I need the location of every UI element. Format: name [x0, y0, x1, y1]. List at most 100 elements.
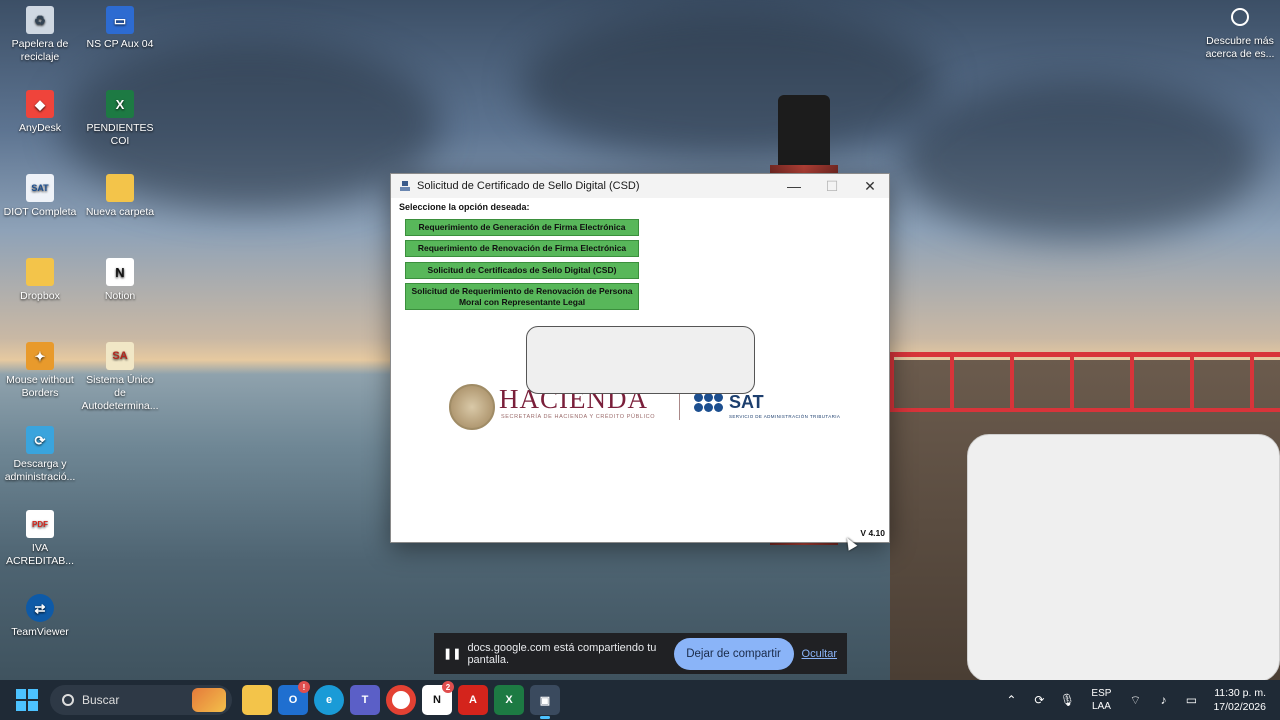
desktop-icon-teamviewer[interactable]: ⇄ TeamViewer: [0, 594, 80, 639]
desktop-icon-label: AnyDesk: [18, 122, 61, 134]
sat-logo-subtitle: SERVICIO DE ADMINISTRACIÓN TRIBUTARIA: [729, 414, 841, 419]
folder-shortcut-icon: [26, 258, 54, 286]
option-renovacion-firma-button[interactable]: Requerimiento de Renovación de Firma Ele…: [405, 240, 639, 257]
wifi-icon[interactable]: ⌔: [1127, 692, 1143, 708]
option-generacion-firma-button[interactable]: Requerimiento de Generación de Firma Ele…: [405, 219, 639, 236]
sync-icon[interactable]: ⟳: [1031, 692, 1047, 708]
app-icon: [400, 181, 410, 191]
cloud: [900, 80, 1260, 240]
folder-icon: [106, 174, 134, 202]
desktop-icon-descarga[interactable]: ⟳ Descarga y administració...: [0, 426, 80, 484]
logo-divider: [679, 390, 680, 420]
clock[interactable]: 11:30 p. m. 17/02/2026: [1213, 686, 1266, 714]
csd-dialog-window: Solicitud de Certificado de Sello Digita…: [390, 173, 890, 543]
notification-badge: 2: [442, 681, 454, 693]
edge-icon[interactable]: e: [314, 685, 344, 715]
camera-icon: [1231, 8, 1249, 26]
discover-more-widget[interactable]: Descubre más acerca de es...: [1200, 8, 1280, 61]
notion-icon: N: [106, 258, 134, 286]
search-icon: [62, 694, 74, 706]
recycle-bin-icon: ♻: [26, 6, 54, 34]
option-renovacion-persona-moral-button[interactable]: Solicitud de Requerimiento de Renovación…: [405, 283, 639, 310]
desktop-icon-label: IVA ACREDITAB...: [5, 542, 75, 567]
desktop-icon-label: NS CP Aux 04: [86, 38, 154, 50]
desktop-icon-label: PENDIENTES COI: [86, 122, 154, 147]
acrobat-icon[interactable]: A: [458, 685, 488, 715]
mexico-seal-logo: [449, 384, 495, 430]
excel-icon: X: [106, 90, 134, 118]
stop-sharing-button[interactable]: Dejar de compartir: [673, 637, 794, 670]
window-title: Solicitud de Certificado de Sello Digita…: [417, 180, 640, 192]
download-admin-icon: ⟳: [26, 426, 54, 454]
clock-date: 17/02/2026: [1213, 701, 1266, 713]
pier-railing: [890, 352, 1280, 412]
desktop-icon-label: Nueva carpeta: [85, 206, 155, 218]
sat-logo-icon: [694, 393, 724, 419]
close-button[interactable]: ✕: [851, 174, 889, 198]
title-bar[interactable]: Solicitud de Certificado de Sello Digita…: [391, 174, 889, 198]
desktop-icon-label: TeamViewer: [11, 626, 69, 638]
clock-time: 11:30 p. m.: [1214, 687, 1266, 699]
desktop-icon-diot[interactable]: SAT DIOT Completa: [0, 174, 80, 219]
prompt-label: Seleccione la opción deseada:: [399, 202, 530, 212]
excel-icon[interactable]: X: [494, 685, 524, 715]
overlay-panel: [526, 326, 755, 394]
search-highlight-icon: [192, 688, 226, 712]
taskbar-search[interactable]: Buscar: [50, 685, 232, 715]
outlook-icon[interactable]: O!: [278, 681, 310, 715]
notion-icon[interactable]: N2: [422, 681, 454, 715]
pdf-icon: PDF: [26, 510, 54, 538]
chevron-up-icon[interactable]: ⌃: [1003, 692, 1019, 708]
microphone-icon[interactable]: 🎙: [1059, 692, 1075, 708]
sua-icon: SA: [106, 342, 134, 370]
screen-share-bar: ❚❚ docs.google.com está compartiendo tu …: [434, 633, 847, 674]
discover-label: Descubre más acerca de es...: [1205, 35, 1275, 60]
system-tray: ⌃ ⟳ 🎙 ESP LAA ⌔ ♪ ▭ 11:30 p. m. 17/02/20…: [997, 686, 1280, 714]
computer-icon: ▭: [106, 6, 134, 34]
desktop-icon-notion[interactable]: N Notion: [80, 258, 160, 303]
language-indicator[interactable]: ESP LAA: [1091, 687, 1111, 713]
minimize-button[interactable]: —: [775, 174, 813, 198]
file-explorer-icon[interactable]: [242, 685, 272, 715]
search-placeholder: Buscar: [82, 693, 120, 707]
notification-badge: !: [298, 681, 310, 693]
desktop-icon-label: Dropbox: [20, 290, 60, 302]
windows-start-icon[interactable]: [16, 689, 38, 711]
desktop-icon-computer[interactable]: ▭ NS CP Aux 04: [80, 6, 160, 51]
desktop-icon-anydesk[interactable]: ◆ AnyDesk: [0, 90, 80, 135]
keyboard-layout: LAA: [1091, 701, 1111, 712]
desktop-icon-label: Sistema Único de Autodetermina...: [81, 374, 159, 412]
hacienda-logo-subtitle: SECRETARÍA DE HACIENDA Y CRÉDITO PÚBLICO: [501, 414, 656, 420]
desktop-icon-folder[interactable]: Nueva carpeta: [80, 174, 160, 219]
cloud: [520, 10, 940, 160]
desktop-icon-label: Descarga y administració...: [4, 458, 76, 483]
mouse-without-borders-icon: ✦: [26, 342, 54, 370]
battery-icon[interactable]: ▭: [1183, 692, 1199, 708]
desktop-icon-dropbox[interactable]: Dropbox: [0, 258, 80, 303]
desktop-icon-label: Mouse without Borders: [6, 374, 74, 399]
desktop-icon-recycle-bin[interactable]: ♻ Papelera de reciclaje: [0, 6, 80, 64]
sat-logo-text: SAT: [729, 392, 764, 412]
version-label: V 4.10: [860, 528, 885, 538]
desktop-icon-label: Papelera de reciclaje: [11, 38, 69, 63]
share-message: docs.google.com está compartiendo tu pan…: [467, 641, 657, 666]
desktop-icon-label: DIOT Completa: [3, 206, 77, 218]
maximize-button: ☐: [825, 177, 839, 194]
sat-app-icon[interactable]: ▣: [530, 685, 560, 719]
desktop-icon-pendientes[interactable]: X PENDIENTES COI: [80, 90, 160, 148]
language-code: ESP: [1091, 688, 1112, 699]
volume-icon[interactable]: ♪: [1155, 692, 1171, 708]
hide-link[interactable]: Ocultar: [802, 648, 837, 660]
anydesk-icon: ◆: [26, 90, 54, 118]
desktop-icon-iva[interactable]: PDF IVA ACREDITAB...: [0, 510, 80, 568]
sat-app-icon: SAT: [26, 174, 54, 202]
floating-panel: [967, 434, 1280, 682]
desktop-icon-label: Notion: [104, 290, 136, 302]
chrome-icon[interactable]: [386, 685, 416, 715]
teams-icon[interactable]: T: [350, 685, 380, 715]
option-solicitud-csd-button[interactable]: Solicitud de Certificados de Sello Digit…: [405, 262, 639, 279]
taskbar: Buscar O! e T N2 A X ▣ ⌃ ⟳ 🎙 ESP LAA ⌔ ♪…: [0, 680, 1280, 720]
desktop-icon-mouse-without-borders[interactable]: ✦ Mouse without Borders: [0, 342, 80, 400]
teamviewer-icon: ⇄: [26, 594, 54, 622]
desktop-icon-sua[interactable]: SA Sistema Único de Autodetermina...: [80, 342, 160, 413]
